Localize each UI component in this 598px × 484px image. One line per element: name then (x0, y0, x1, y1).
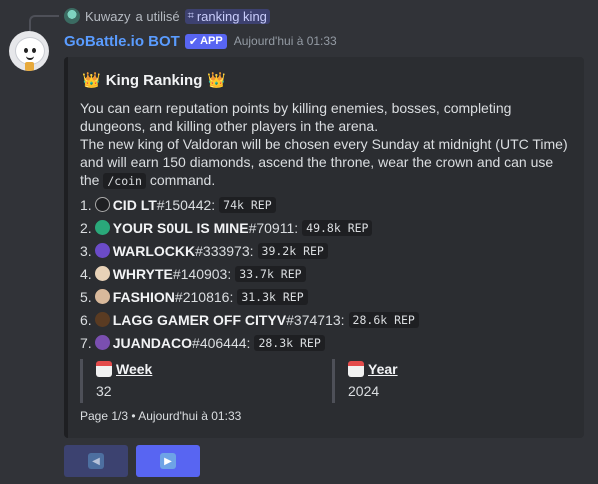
player-tag: #374713 (286, 311, 341, 328)
player-name: WARLOCKK (112, 242, 196, 259)
bot-avatar[interactable] (9, 31, 49, 71)
player-rep: 28.3k REP (254, 334, 325, 351)
ranking-row: 2. YOUR S0UL IS MINE #70911: 49.8k REP (80, 216, 572, 239)
player-name: LAGG GAMER OFF CITYV (112, 311, 287, 328)
crown-icon: 👑 (82, 72, 101, 89)
rank-number: 4. (80, 265, 92, 282)
player-name: CID LT (112, 196, 157, 213)
player-avatar-icon (94, 197, 110, 212)
player-tag: #333973 (195, 242, 250, 259)
rank-number: 7. (80, 334, 92, 351)
description-text-end: command. (149, 172, 216, 188)
embed-footer: Page 1/3 • Aujourd'hui à 01:33 (80, 409, 242, 423)
player-tag: #150442 (156, 196, 212, 213)
ranking-list: 1. CID LT #150442: 74k REP 2. YOUR S0UL … (80, 193, 572, 354)
avatar-crest (25, 62, 34, 71)
ranking-row: 1. CID LT #150442: 74k REP (80, 193, 572, 216)
player-name: YOUR S0UL IS MINE (112, 219, 249, 236)
player-tag: #70911 (248, 219, 295, 236)
command-chip[interactable]: ⌗ ranking king (184, 8, 270, 24)
reply-username[interactable]: Kuwazy (85, 9, 131, 24)
player-avatar-icon (94, 312, 110, 327)
description-paragraph-2: The new king of Valdoran will be chosen … (80, 135, 572, 190)
previous-page-button[interactable]: ◀ (64, 445, 128, 477)
player-rep: 49.8k REP (302, 219, 373, 236)
description-paragraph-1: You can earn reputation points by killin… (80, 100, 512, 134)
app-badge: ✔ APP (184, 33, 227, 49)
calendar-icon (96, 361, 112, 377)
ranking-row: 7. JUANDACO #406444: 28.3k REP (80, 331, 572, 354)
reply-context[interactable]: Kuwazy a utilisé ⌗ ranking king (64, 7, 270, 25)
rank-number: 3. (80, 242, 92, 259)
player-tag: #140903 (172, 265, 228, 282)
week-field-value: 32 (96, 383, 112, 399)
week-field-name: Week (96, 359, 330, 379)
year-field: Year 2024 (332, 359, 532, 403)
next-page-button[interactable]: ▶ (136, 445, 200, 477)
rank-number: 2. (80, 219, 92, 236)
ranking-row: 3. WARLOCKK #333973: 39.2k REP (80, 239, 572, 262)
bot-username[interactable]: GoBattle.io BOT (64, 33, 180, 50)
checkmark-icon: ✔ (188, 35, 199, 48)
rank-number: 1. (80, 196, 92, 213)
embed-description: You can earn reputation points by killin… (80, 99, 572, 190)
player-tag: #406444 (192, 334, 247, 351)
ranking-row: 6. LAGG GAMER OFF CITYV #374713: 28.6k R… (80, 308, 572, 331)
player-rep: 31.3k REP (237, 288, 308, 305)
separator-colon: : (340, 311, 345, 328)
player-name: FASHION (112, 288, 175, 305)
player-avatar-icon (94, 335, 110, 350)
ranking-row: 5. FASHION #210816: 31.3k REP (80, 285, 572, 308)
ranking-row: 4. WHRYTE #140903: 33.7k REP (80, 262, 572, 285)
arrow-left-icon: ◀ (88, 453, 104, 469)
embed-title: 👑 King Ranking 👑 (82, 71, 227, 90)
embed-title-text: King Ranking (105, 71, 203, 89)
crown-icon: 👑 (207, 72, 227, 89)
command-name: ranking king (196, 8, 267, 24)
player-rep: 74k REP (219, 196, 276, 213)
player-rep: 39.2k REP (257, 242, 328, 259)
separator-colon: : (294, 219, 299, 236)
player-tag: #210816 (174, 288, 230, 305)
avatar-eye-right (32, 48, 36, 53)
reply-connector-line (29, 15, 59, 31)
message-header: GoBattle.io BOT ✔ APP Aujourd'hui à 01:3… (64, 32, 337, 50)
avatar-eye-left (24, 48, 28, 53)
reply-action-text: a utilisé (135, 8, 180, 24)
reply-user-avatar[interactable] (64, 8, 80, 24)
separator-colon: : (229, 288, 234, 305)
avatar-mouth (26, 55, 34, 60)
player-avatar-icon (94, 243, 110, 258)
rank-number: 6. (80, 311, 92, 328)
separator-colon: : (246, 334, 251, 351)
embed-fields: Week 32 Year 2024 (80, 359, 572, 403)
year-field-label: Year (368, 361, 398, 377)
separator-colon: : (249, 242, 254, 259)
player-name: WHRYTE (112, 265, 173, 282)
player-name: JUANDACO (112, 334, 193, 351)
coin-command-code: /coin (103, 173, 146, 189)
week-field: Week 32 (80, 359, 330, 403)
calendar-icon (348, 361, 364, 377)
player-rep: 28.6k REP (348, 311, 419, 328)
rank-number: 5. (80, 288, 92, 305)
year-field-name: Year (348, 359, 532, 379)
slash-command-icon: ⌗ (187, 9, 194, 22)
message-timestamp[interactable]: Aujourd'hui à 01:33 (234, 34, 337, 48)
avatar-face (15, 37, 45, 65)
player-avatar-icon (94, 266, 110, 281)
week-field-label: Week (116, 361, 153, 377)
arrow-right-icon: ▶ (160, 453, 176, 469)
separator-colon: : (227, 265, 232, 282)
app-badge-label: APP (200, 35, 223, 47)
player-avatar-icon (94, 220, 110, 235)
player-rep: 33.7k REP (235, 265, 306, 282)
year-field-value: 2024 (348, 383, 380, 399)
separator-colon: : (211, 196, 216, 213)
player-avatar-icon (94, 289, 110, 304)
ranking-embed: 👑 King Ranking 👑 You can earn reputation… (64, 57, 584, 438)
